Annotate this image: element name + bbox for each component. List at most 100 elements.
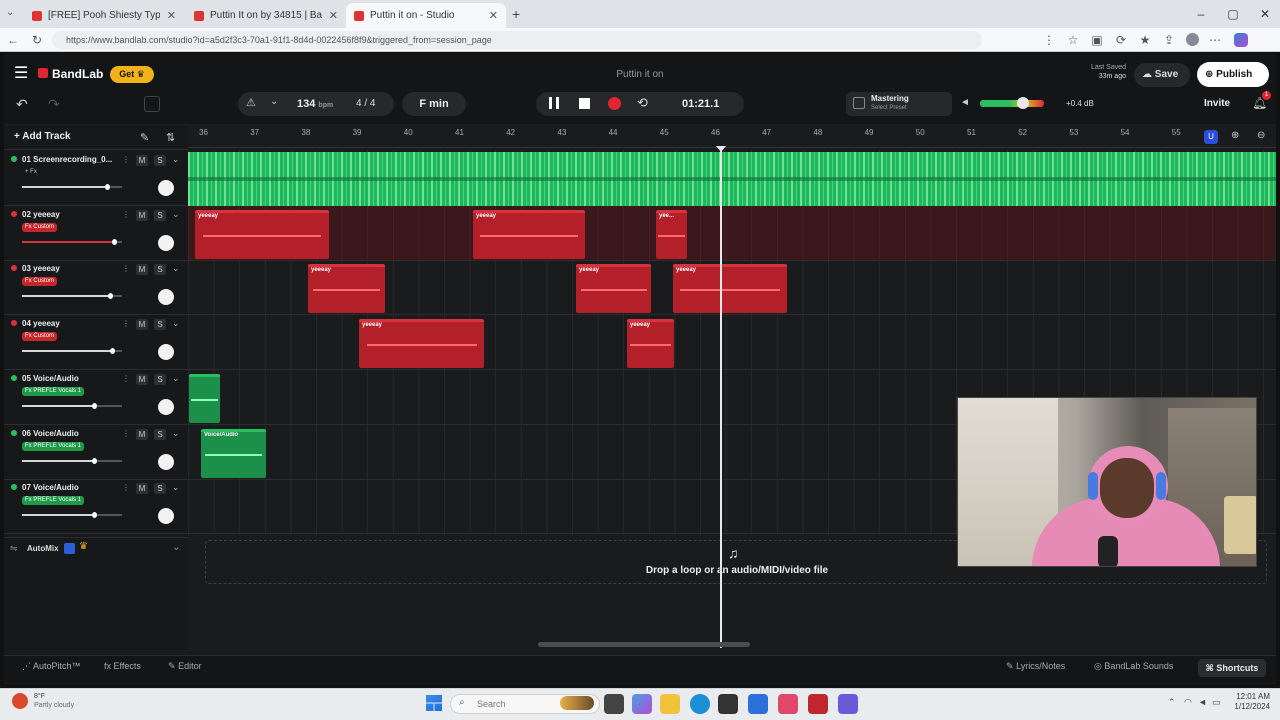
track-volume-slider[interactable] (22, 238, 122, 245)
pause-icon[interactable] (549, 97, 559, 109)
tab-studio[interactable]: Puttin it on - Studio ✕ (346, 3, 506, 28)
tab-beat[interactable]: [FREE] Pooh Shiesty Type Beat ✕ (24, 3, 184, 28)
chevron-down-icon[interactable]: ⌄ (172, 263, 180, 274)
bandlab-sounds-button[interactable]: ◎ BandLab Sounds (1094, 661, 1173, 672)
snap-magnet-icon[interactable]: U (1204, 130, 1218, 144)
lyrics-notes-button[interactable]: ✎ Lyrics/Notes (1006, 661, 1065, 672)
track-fx-badge[interactable]: Fx PREFLE Vocals 1 (22, 441, 85, 451)
chevron-down-icon[interactable]: ⌄ (172, 318, 180, 329)
track-name[interactable]: 06 Voice/Audio (22, 429, 79, 438)
time-signature-field[interactable]: 4 / 4 (356, 98, 375, 109)
solo-button[interactable]: S (154, 209, 166, 221)
track-options-icon[interactable]: ⋮ (122, 319, 130, 328)
track-settings-icon[interactable]: ⇅ (166, 131, 175, 144)
track-volume-slider[interactable] (22, 184, 122, 190)
wifi-icon[interactable]: ◠ (1184, 697, 1192, 708)
audio-clip[interactable]: yeeeay (195, 209, 329, 259)
audio-clip[interactable]: yeeeay (576, 264, 651, 314)
chevron-down-icon[interactable]: ⌄ (172, 542, 180, 553)
copilot-icon[interactable] (1234, 33, 1248, 47)
chevron-down-icon[interactable]: ⌄ (172, 482, 180, 493)
tab-bandlab-song[interactable]: Puttin It on by 34815 | BandLab ✕ (186, 3, 346, 28)
redo-icon[interactable]: ↷ (48, 96, 60, 113)
track-header-4[interactable]: 04 yeeeay Fx Custom ⋮ M S ⌄ (8, 316, 186, 370)
media-app-icon[interactable] (778, 694, 798, 714)
solo-button[interactable]: S (154, 373, 166, 385)
track-fx-badge[interactable]: Fx Custom (22, 277, 58, 287)
solo-button[interactable]: S (154, 155, 166, 166)
automix-label[interactable]: AutoMix (27, 544, 59, 553)
brand-name[interactable]: BandLab (52, 67, 103, 81)
solo-button[interactable]: S (154, 483, 166, 495)
bandlab-logo-icon[interactable] (38, 68, 48, 78)
share-icon[interactable]: ⇪ (1160, 31, 1178, 49)
track-name[interactable]: 03 yeeeay (22, 264, 60, 273)
task-view-icon[interactable] (604, 694, 624, 714)
edge-browser-icon[interactable] (690, 694, 710, 714)
mute-button[interactable]: M (136, 319, 148, 331)
track-header-5[interactable]: 05 Voice/Audio Fx PREFLE Vocals 1 ⋮ M S ⌄ (8, 371, 186, 425)
system-clock[interactable]: 12:01 AM 1/12/2024 (1226, 692, 1270, 712)
audio-clip[interactable]: yeeeay (359, 319, 484, 369)
key-selector[interactable]: F min (402, 92, 466, 116)
track-options-icon[interactable]: ⋮ (122, 155, 130, 164)
track-pan-knob[interactable] (158, 180, 174, 196)
track-fx-badge[interactable]: Fx PREFLE Vocals 1 (22, 386, 85, 396)
collections-icon[interactable]: ▣ (1088, 31, 1106, 49)
mute-button[interactable]: M (136, 264, 148, 276)
refresh-extension-icon[interactable]: ⟳ (1112, 31, 1130, 49)
track-volume-handle[interactable] (112, 238, 117, 245)
publish-button[interactable]: ⊕ Publish (1197, 62, 1269, 87)
track-volume-handle[interactable] (110, 348, 115, 355)
audio-clip[interactable]: yeeeay (308, 264, 385, 314)
favorites-icon[interactable]: ★ (1136, 31, 1154, 49)
audio-clip[interactable] (189, 373, 220, 423)
mute-button[interactable]: M (136, 209, 148, 221)
effects-button[interactable]: fx Effects (104, 661, 141, 671)
track-volume-handle[interactable] (108, 293, 113, 300)
track-volume-handle[interactable] (92, 512, 97, 519)
metronome-icon[interactable]: ⚠ (246, 96, 256, 109)
add-track-button[interactable]: + Add Track (14, 131, 71, 142)
file-explorer-icon[interactable] (660, 694, 680, 714)
loop-icon[interactable]: ⟲ (637, 95, 648, 111)
chevron-down-icon[interactable]: ⌄ (172, 428, 180, 439)
mail-icon[interactable] (748, 694, 768, 714)
track-name[interactable]: 05 Voice/Audio (22, 374, 79, 383)
track-header-2[interactable]: 02 yeeeay Fx Custom ⋮ M S ⌄ (8, 207, 186, 261)
stop-icon[interactable] (579, 98, 590, 109)
audio-clip[interactable]: yeeeay (673, 264, 787, 314)
back-icon[interactable]: ← (4, 31, 22, 49)
audio-clip[interactable]: yeeeay (473, 209, 585, 259)
track-pan-knob[interactable] (158, 398, 174, 415)
extension-icon[interactable]: ⋮ (1040, 31, 1058, 49)
track-options-icon[interactable]: ⋮ (122, 264, 130, 273)
track-volume-slider[interactable] (22, 348, 122, 355)
track-name[interactable]: 02 yeeeay (22, 210, 60, 219)
track-header-6[interactable]: 06 Voice/Audio Fx PREFLE Vocals 1 ⋮ M S ⌄ (8, 426, 186, 480)
store-icon[interactable] (718, 694, 738, 714)
audio-clip[interactable]: Voice/Audio (201, 428, 266, 478)
weather-widget[interactable]: 8°F Partly cloudy (34, 692, 74, 710)
track-fx-badge[interactable]: Fx PREFLE Vocals 1 (22, 496, 85, 506)
get-membership-button[interactable]: Get ♛ (110, 66, 154, 83)
weather-icon[interactable] (12, 693, 28, 709)
mute-button[interactable]: M (136, 155, 148, 166)
undo-icon[interactable]: ↶ (16, 96, 28, 113)
track-pan-knob[interactable] (158, 234, 174, 251)
favorite-star-icon[interactable]: ☆ (1064, 31, 1082, 49)
chevron-down-icon[interactable]: ⌄ (172, 209, 180, 220)
track-volume-slider[interactable] (22, 457, 122, 464)
master-volume-knob[interactable] (1017, 97, 1029, 109)
project-title[interactable]: Puttin it on (540, 69, 740, 80)
zoom-out-icon[interactable]: ⊖ (1257, 130, 1265, 141)
track-pan-knob[interactable] (158, 508, 174, 525)
maximize-icon[interactable]: ▢ (1218, 4, 1248, 24)
track-pan-knob[interactable] (158, 289, 174, 306)
new-tab-icon[interactable]: + (512, 6, 520, 22)
track-volume-handle[interactable] (92, 402, 97, 409)
close-tab-icon[interactable]: ✕ (167, 9, 176, 22)
save-button[interactable]: ☁ Save (1134, 63, 1190, 87)
track-name[interactable]: 04 yeeeay (22, 319, 60, 328)
track-fx-badge[interactable]: Fx Custom (22, 222, 58, 232)
